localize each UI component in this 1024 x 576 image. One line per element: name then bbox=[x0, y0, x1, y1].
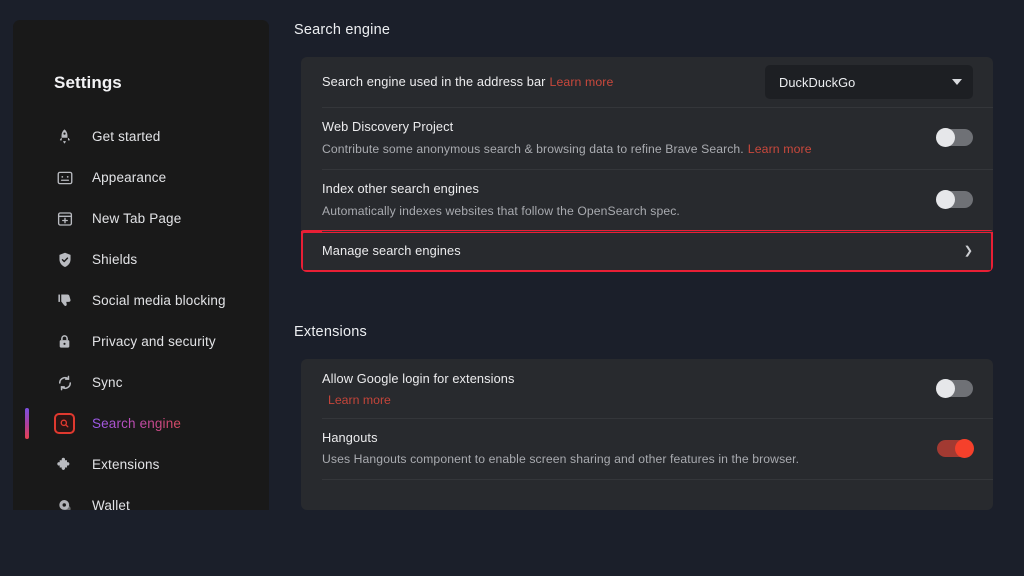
sync-icon bbox=[54, 372, 75, 393]
row-title: Search engine used in the address bar Lea… bbox=[322, 73, 751, 92]
sidebar-item-label: New Tab Page bbox=[92, 211, 182, 226]
row-web-discovery-project: Web Discovery Project Contribute some an… bbox=[301, 107, 993, 169]
new-tab-icon bbox=[54, 208, 75, 229]
row-clipped-partial bbox=[301, 479, 993, 497]
sidebar-item-get-started[interactable]: Get started bbox=[13, 116, 269, 157]
manage-search-engines-row[interactable]: Manage search engines ❯ bbox=[301, 229, 993, 272]
sidebar-item-label: Extensions bbox=[92, 457, 160, 472]
row-allow-google-login: Allow Google login for extensions Learn … bbox=[301, 359, 993, 418]
row-text: Manage search engines bbox=[322, 233, 950, 270]
sidebar-item-shields[interactable]: Shields bbox=[13, 239, 269, 280]
row-subtitle: Uses Hangouts component to enable screen… bbox=[322, 452, 800, 467]
sidebar-item-label: Privacy and security bbox=[92, 334, 216, 349]
toggle-knob bbox=[955, 438, 974, 458]
sidebar-item-new-tab-page[interactable]: New Tab Page bbox=[13, 198, 269, 239]
sidebar-item-label: Shields bbox=[92, 252, 138, 267]
hangouts-toggle[interactable] bbox=[937, 438, 974, 458]
chevron-down-icon bbox=[952, 79, 962, 85]
sidebar-item-search-engine[interactable]: Search engine bbox=[13, 403, 269, 444]
learn-more-link[interactable]: Learn more bbox=[748, 142, 812, 156]
sidebar-item-label: Social media blocking bbox=[92, 293, 226, 308]
row-hangouts: Hangouts Uses Hangouts component to enab… bbox=[301, 417, 993, 480]
wallet-icon bbox=[54, 495, 75, 510]
toggle-knob bbox=[936, 378, 955, 398]
sidebar-item-extensions[interactable]: Extensions bbox=[13, 444, 269, 485]
extensions-card: Allow Google login for extensions Learn … bbox=[301, 359, 993, 510]
page-title-extensions: Extensions bbox=[294, 324, 367, 340]
lock-icon bbox=[54, 331, 75, 352]
row-subtitle-text: Contribute some anonymous search & brows… bbox=[322, 141, 744, 156]
sidebar-item-appearance[interactable]: Appearance bbox=[13, 157, 269, 198]
row-subtitle: Contribute some anonymous search & brows… bbox=[322, 140, 923, 158]
learn-more-link[interactable]: Learn more bbox=[328, 393, 923, 407]
search-engine-select[interactable]: DuckDuckGo bbox=[765, 65, 973, 99]
row-title: Index other search engines bbox=[322, 180, 479, 196]
select-value: DuckDuckGo bbox=[779, 74, 856, 90]
row-text: Index other search engines Automatically… bbox=[322, 169, 923, 231]
search-box-icon bbox=[54, 413, 75, 434]
sidebar-item-label: Wallet bbox=[92, 498, 130, 510]
page-title-search-engine: Search engine bbox=[294, 22, 391, 38]
row-address-bar-search-engine: Search engine used in the address bar Lea… bbox=[301, 57, 993, 107]
rocket-icon bbox=[54, 126, 75, 147]
row-text: Hangouts Uses Hangouts component to enab… bbox=[322, 418, 923, 480]
web-discovery-toggle[interactable] bbox=[936, 128, 973, 148]
settings-window: Settings Get started Appearance New Tab … bbox=[0, 0, 1024, 576]
row-title: Hangouts bbox=[322, 429, 378, 445]
sidebar-item-label: Search engine bbox=[92, 416, 182, 431]
row-title-text: Search engine used in the address bar bbox=[322, 73, 546, 89]
row-text: Web Discovery Project Contribute some an… bbox=[322, 107, 923, 169]
thumbs-down-icon bbox=[54, 290, 75, 311]
row-text: Search engine used in the address bar Lea… bbox=[322, 62, 751, 103]
index-other-search-engines-toggle[interactable] bbox=[936, 190, 973, 210]
sidebar-item-label: Sync bbox=[92, 375, 123, 390]
sidebar-title: Settings bbox=[54, 73, 122, 92]
appearance-icon bbox=[54, 167, 75, 188]
row-subtitle: Automatically indexes websites that foll… bbox=[322, 203, 680, 218]
toggle-knob bbox=[936, 128, 955, 148]
sidebar-item-label: Appearance bbox=[92, 170, 167, 185]
allow-google-login-toggle[interactable] bbox=[936, 378, 973, 398]
search-engine-card: Search engine used in the address bar Lea… bbox=[301, 57, 993, 272]
row-title: Manage search engines bbox=[322, 243, 461, 259]
sidebar-nav-list: Get started Appearance New Tab Page Shie… bbox=[13, 116, 269, 510]
toggle-knob bbox=[936, 190, 955, 210]
settings-content: Search engine Search engine used in the … bbox=[293, 0, 1024, 576]
chevron-right-icon: ❯ bbox=[963, 244, 973, 257]
active-indicator-bar bbox=[25, 408, 29, 439]
row-index-other-search-engines: Index other search engines Automatically… bbox=[301, 168, 993, 231]
row-title: Web Discovery Project bbox=[322, 119, 454, 134]
sidebar-item-social-media-blocking[interactable]: Social media blocking bbox=[13, 280, 269, 321]
sidebar-item-label: Get started bbox=[92, 129, 161, 144]
sidebar-item-wallet[interactable]: Wallet bbox=[13, 485, 269, 510]
settings-sidebar: Settings Get started Appearance New Tab … bbox=[13, 20, 269, 510]
sidebar-item-sync[interactable]: Sync bbox=[13, 362, 269, 403]
row-text: Allow Google login for extensions Learn … bbox=[322, 359, 923, 418]
sidebar-item-privacy-and-security[interactable]: Privacy and security bbox=[13, 321, 269, 362]
shield-check-icon bbox=[54, 249, 75, 270]
puzzle-icon bbox=[54, 454, 75, 475]
learn-more-link[interactable]: Learn more bbox=[550, 75, 614, 89]
row-title: Allow Google login for extensions bbox=[322, 371, 515, 386]
